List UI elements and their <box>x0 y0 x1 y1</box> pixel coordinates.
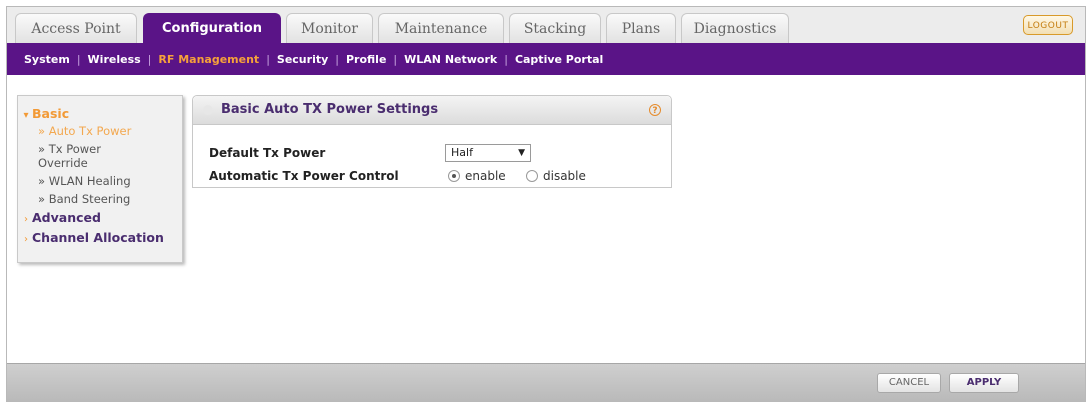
tab-monitor[interactable]: Monitor <box>286 13 373 43</box>
collapse-arrow-icon: › <box>24 234 28 245</box>
subnav-rf-management[interactable]: RF Management <box>151 53 266 66</box>
left-menu-auto-tx-power-label: Auto Tx Power <box>48 124 132 138</box>
disable-radio-option[interactable]: disable <box>526 169 586 183</box>
default-tx-power-label: Default Tx Power <box>209 146 326 160</box>
left-menu-auto-tx-power[interactable]: » Auto Tx Power <box>38 124 131 138</box>
tab-diagnostics[interactable]: Diagnostics <box>681 13 789 43</box>
subnav-system[interactable]: System <box>17 53 77 66</box>
left-menu-tx-power-override-line2[interactable]: Override <box>38 156 88 170</box>
left-menu-band-steering-label: Band Steering <box>48 192 131 206</box>
left-menu-channel-allocation[interactable]: › Channel Allocation <box>20 230 164 245</box>
apply-button[interactable]: APPLY <box>949 373 1019 393</box>
panel-header: Basic Auto TX Power Settings ? <box>193 96 671 125</box>
bullet-icon: » <box>38 142 49 156</box>
left-menu-channel-allocation-label: Channel Allocation <box>32 230 164 245</box>
expand-arrow-icon: ▾ <box>23 110 29 121</box>
left-menu-wlan-healing-label: WLAN Healing <box>48 174 131 188</box>
left-menu-tx-power-override-label-2: Override <box>38 156 88 170</box>
left-menu: ▾ Basic » Auto Tx Power » Tx Power Overri… <box>17 95 183 263</box>
left-menu-band-steering[interactable]: » Band Steering <box>38 192 130 206</box>
left-menu-basic[interactable]: ▾ Basic <box>20 106 69 121</box>
disable-radio[interactable] <box>526 170 538 182</box>
enable-radio-option[interactable]: enable <box>448 169 506 183</box>
bullet-icon: » <box>38 192 49 206</box>
subnav-captive-portal[interactable]: Captive Portal <box>508 53 610 66</box>
left-menu-advanced[interactable]: › Advanced <box>20 210 101 225</box>
left-menu-tx-power-override[interactable]: » Tx Power <box>38 142 101 156</box>
cancel-button[interactable]: CANCEL <box>877 373 941 393</box>
dropdown-arrow-icon: ▼ <box>518 148 525 158</box>
default-tx-power-value: Half <box>451 146 473 159</box>
left-menu-wlan-healing[interactable]: » WLAN Healing <box>38 174 131 188</box>
subnav-security[interactable]: Security <box>270 53 335 66</box>
help-icon[interactable]: ? <box>649 104 661 116</box>
tab-configuration[interactable]: Configuration <box>143 13 281 43</box>
enable-label: enable <box>465 169 506 183</box>
top-tab-bar: Access Point Configuration Monitor Maint… <box>7 7 1085 43</box>
tab-stacking[interactable]: Stacking <box>509 13 601 43</box>
tab-access-point[interactable]: Access Point <box>15 13 137 43</box>
bullet-icon: » <box>38 124 49 138</box>
subnav-wireless[interactable]: Wireless <box>81 53 148 66</box>
tab-plans[interactable]: Plans <box>606 13 676 43</box>
app-frame: Access Point Configuration Monitor Maint… <box>6 6 1086 402</box>
subnav-profile[interactable]: Profile <box>339 53 393 66</box>
left-menu-advanced-label: Advanced <box>32 210 101 225</box>
sub-nav-bar: System | Wireless | RF Management | Secu… <box>7 43 1085 75</box>
footer-bar: CANCEL APPLY <box>7 363 1085 401</box>
subnav-wlan-network[interactable]: WLAN Network <box>397 53 504 66</box>
left-menu-basic-label: Basic <box>32 106 70 121</box>
collapse-arrow-icon: › <box>24 214 28 225</box>
disable-label: disable <box>543 169 586 183</box>
enable-radio[interactable] <box>448 170 460 182</box>
panel-title: Basic Auto TX Power Settings <box>221 102 439 117</box>
auto-tx-power-control-label: Automatic Tx Power Control <box>209 169 399 183</box>
settings-panel: Basic Auto TX Power Settings ? Default T… <box>192 95 672 188</box>
tab-maintenance[interactable]: Maintenance <box>378 13 504 43</box>
panel-bullet-icon <box>203 105 213 115</box>
left-menu-tx-power-override-label: Tx Power <box>48 142 101 156</box>
default-tx-power-select[interactable]: Half ▼ <box>445 144 531 162</box>
logout-button[interactable]: LOGOUT <box>1023 15 1073 35</box>
bullet-icon: » <box>38 174 49 188</box>
